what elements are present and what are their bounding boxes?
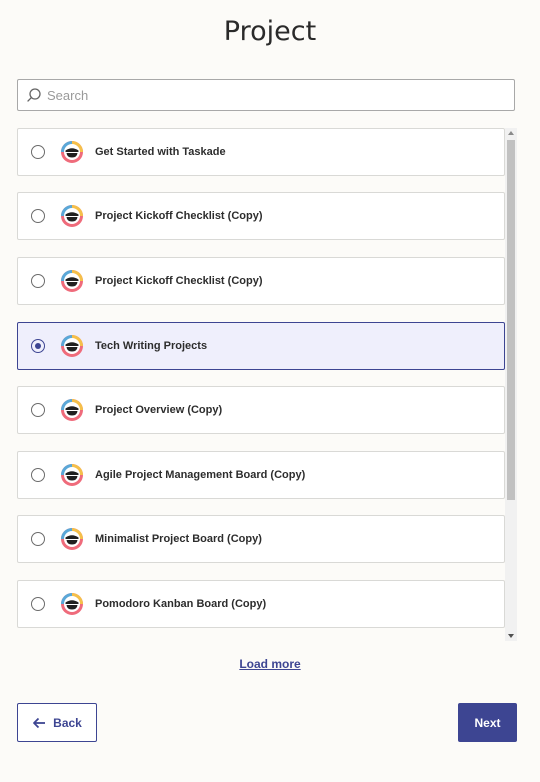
radio-button[interactable] (31, 403, 45, 417)
project-label: Tech Writing Projects (95, 340, 208, 352)
search-icon (25, 86, 43, 104)
project-label: Minimalist Project Board (Copy) (95, 533, 262, 545)
project-item[interactable]: Pomodoro Kanban Board (Copy) (17, 580, 505, 628)
radio-button[interactable] (31, 209, 45, 223)
project-item[interactable]: Get Started with Taskade (17, 128, 505, 176)
back-button[interactable]: Back (17, 703, 97, 742)
radio-button[interactable] (31, 468, 45, 482)
taskade-logo-icon (60, 140, 84, 164)
project-item[interactable]: Project Kickoff Checklist (Copy) (17, 192, 505, 240)
scroll-up-arrow-icon[interactable] (508, 131, 514, 135)
taskade-logo-icon (60, 204, 84, 228)
load-more-link[interactable]: Load more (0, 657, 540, 671)
radio-button[interactable] (31, 597, 45, 611)
radio-button[interactable] (31, 274, 45, 288)
taskade-logo-icon (60, 334, 84, 358)
search-box[interactable] (17, 79, 515, 111)
project-label: Project Kickoff Checklist (Copy) (95, 275, 263, 287)
next-button-label: Next (474, 715, 501, 730)
taskade-logo-icon (60, 527, 84, 551)
project-label: Project Kickoff Checklist (Copy) (95, 210, 263, 222)
project-item-selected[interactable]: Tech Writing Projects (17, 322, 505, 370)
taskade-logo-icon (60, 398, 84, 422)
scroll-down-arrow-icon[interactable] (508, 634, 514, 638)
back-button-label: Back (53, 715, 82, 730)
taskade-logo-icon (60, 269, 84, 293)
project-item[interactable]: Agile Project Management Board (Copy) (17, 451, 505, 499)
list-scrollbar[interactable] (505, 128, 517, 641)
page-title: Project (223, 16, 317, 47)
project-item[interactable]: Project Kickoff Checklist (Copy) (17, 257, 505, 305)
project-list[interactable]: Get Started with Taskade Project Kickoff… (17, 128, 517, 641)
radio-button-checked[interactable] (31, 339, 45, 353)
project-label: Agile Project Management Board (Copy) (95, 469, 306, 481)
taskade-logo-icon (60, 592, 84, 616)
project-item[interactable]: Minimalist Project Board (Copy) (17, 515, 505, 563)
scrollbar-thumb[interactable] (507, 140, 515, 500)
project-label: Project Overview (Copy) (95, 404, 223, 416)
project-item[interactable]: Project Overview (Copy) (17, 386, 505, 434)
project-label: Pomodoro Kanban Board (Copy) (95, 598, 267, 610)
search-input[interactable] (47, 81, 514, 109)
project-label: Get Started with Taskade (95, 146, 226, 158)
radio-button[interactable] (31, 145, 45, 159)
arrow-left-icon (32, 717, 46, 729)
taskade-logo-icon (60, 463, 84, 487)
next-button[interactable]: Next (458, 703, 517, 742)
radio-button[interactable] (31, 532, 45, 546)
